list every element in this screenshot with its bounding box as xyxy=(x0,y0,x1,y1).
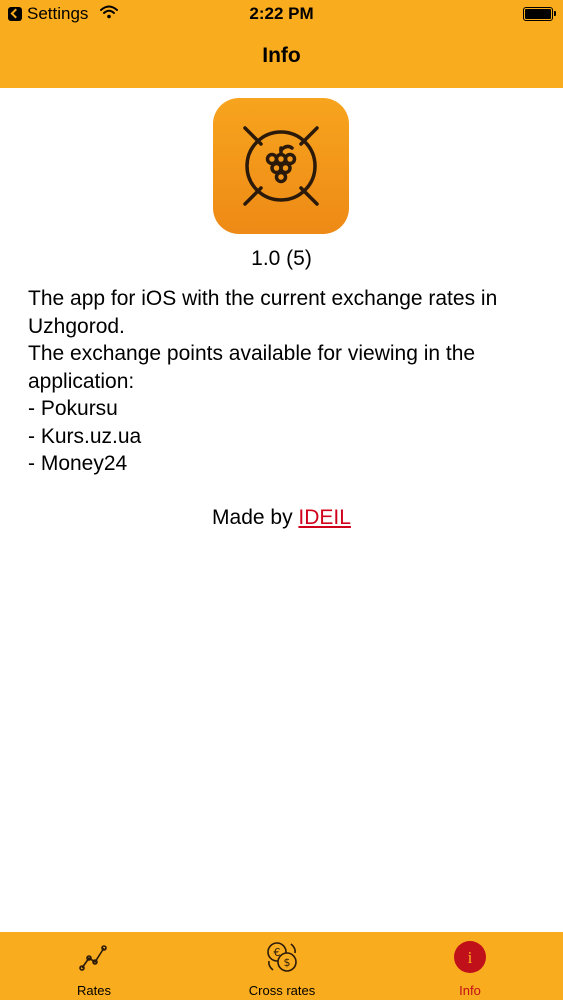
svg-text:i: i xyxy=(468,948,473,967)
svg-text:€: € xyxy=(274,946,281,959)
tab-label: Cross rates xyxy=(248,983,316,998)
battery-icon xyxy=(523,7,556,21)
header: Settings 2:22 PM Info xyxy=(0,0,563,88)
list-item: - Pokursu xyxy=(28,397,118,420)
app-version: 1.0 (5) xyxy=(251,247,312,270)
app-description: The app for iOS with the current exchang… xyxy=(28,285,548,478)
status-bar: Settings 2:22 PM xyxy=(0,0,563,30)
made-by-label: Made by xyxy=(212,506,293,529)
developer-link[interactable]: IDEIL xyxy=(298,506,351,529)
list-item: - Money24 xyxy=(28,452,128,475)
description-line: The app for iOS with the current exchang… xyxy=(28,287,498,338)
grapes-icon xyxy=(243,126,319,206)
svg-text:$: $ xyxy=(284,956,291,969)
tab-info[interactable]: i Info xyxy=(376,932,563,1000)
info-icon: i xyxy=(454,941,486,973)
chart-line-icon xyxy=(79,945,107,971)
tab-label: Info xyxy=(459,983,481,998)
app-logo xyxy=(213,98,349,234)
tab-label: Rates xyxy=(77,983,111,998)
currency-exchange-icon: € $ xyxy=(267,942,297,972)
page-title: Info xyxy=(262,44,301,67)
status-time: 2:22 PM xyxy=(249,4,314,23)
tab-cross-rates[interactable]: € $ Cross rates xyxy=(188,932,376,1000)
made-by: Made by IDEIL xyxy=(0,506,563,530)
description-line: The exchange points available for viewin… xyxy=(28,342,476,393)
list-item: - Kurs.uz.ua xyxy=(28,424,142,448)
tab-bar: Rates € $ Cross rates i Info xyxy=(0,932,563,1000)
tab-rates[interactable]: Rates xyxy=(0,932,188,1000)
